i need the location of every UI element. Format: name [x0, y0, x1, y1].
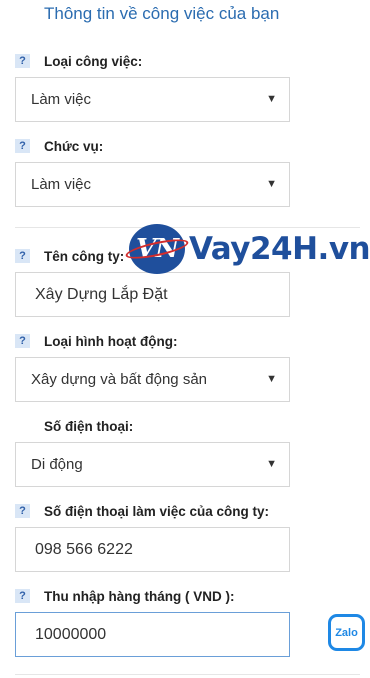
help-icon[interactable]: ? — [15, 139, 30, 153]
chevron-down-icon: ▼ — [266, 373, 277, 385]
business-type-select[interactable]: Xây dựng và bất động sản ▼ — [15, 357, 290, 402]
chevron-down-icon: ▼ — [266, 93, 277, 105]
chevron-down-icon: ▼ — [266, 458, 277, 470]
company-phone-label: Số điện thoại làm việc của công ty: — [44, 504, 270, 519]
business-type-value: Xây dựng và bất động sản — [31, 371, 208, 388]
watermark-logo: VN — [124, 224, 190, 274]
position-label: Chức vụ: — [44, 139, 104, 154]
monthly-income-label: Thu nhập hàng tháng ( VND ): — [44, 589, 235, 604]
section-divider — [15, 674, 360, 675]
company-name-input[interactable]: Xây Dựng Lắp Đặt — [15, 272, 290, 317]
help-icon[interactable]: ? — [15, 589, 30, 603]
company-name-label: Tên công ty: — [44, 249, 125, 264]
page-title: Thông tin về công việc của bạn — [44, 4, 280, 23]
phone-type-value: Di động — [31, 456, 83, 473]
help-icon[interactable]: ? — [15, 54, 30, 68]
position-value: Làm việc — [31, 176, 92, 193]
position-select[interactable]: Làm việc ▼ — [15, 162, 290, 207]
zalo-chat-button[interactable]: Zalo — [328, 614, 365, 651]
help-icon[interactable]: ? — [15, 334, 30, 348]
watermark-text: Vay24H.vn — [189, 231, 370, 267]
phone-type-select[interactable]: Di động ▼ — [15, 442, 290, 487]
help-icon[interactable]: ? — [15, 504, 30, 518]
help-icon[interactable]: ? — [15, 249, 30, 263]
phone-label: Số điện thoại: — [44, 419, 134, 434]
business-type-label: Loại hình hoạt động: — [44, 334, 178, 349]
job-type-label: Loại công việc: — [44, 54, 143, 69]
zalo-label: Zalo — [335, 626, 358, 639]
job-type-select[interactable]: Làm việc ▼ — [15, 77, 290, 122]
monthly-income-input[interactable]: 10000000 — [15, 612, 290, 657]
chevron-down-icon: ▼ — [266, 178, 277, 190]
watermark: VN Vay24H.vn — [124, 222, 370, 276]
company-phone-input[interactable]: 098 566 6222 — [15, 527, 290, 572]
job-type-value: Làm việc — [31, 91, 92, 108]
